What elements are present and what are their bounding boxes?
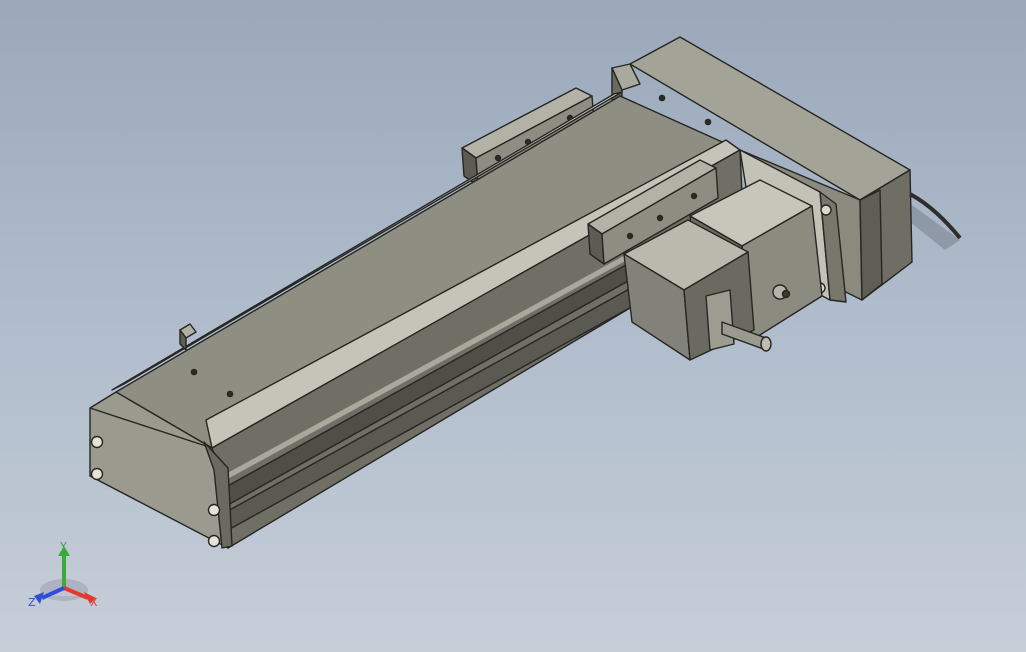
screw-hole bbox=[190, 368, 198, 376]
screw-hole bbox=[704, 118, 712, 126]
y-axis-label: Y bbox=[59, 540, 67, 553]
graphics-viewport[interactable]: Y X Z bbox=[0, 0, 1026, 652]
linear-actuator-model[interactable] bbox=[0, 0, 1026, 652]
orientation-triad[interactable]: Y X Z bbox=[24, 538, 108, 614]
x-axis-label: X bbox=[90, 596, 98, 609]
screw-hole bbox=[658, 94, 666, 102]
screw-hole bbox=[226, 390, 234, 398]
z-axis-label: Z bbox=[28, 596, 36, 609]
